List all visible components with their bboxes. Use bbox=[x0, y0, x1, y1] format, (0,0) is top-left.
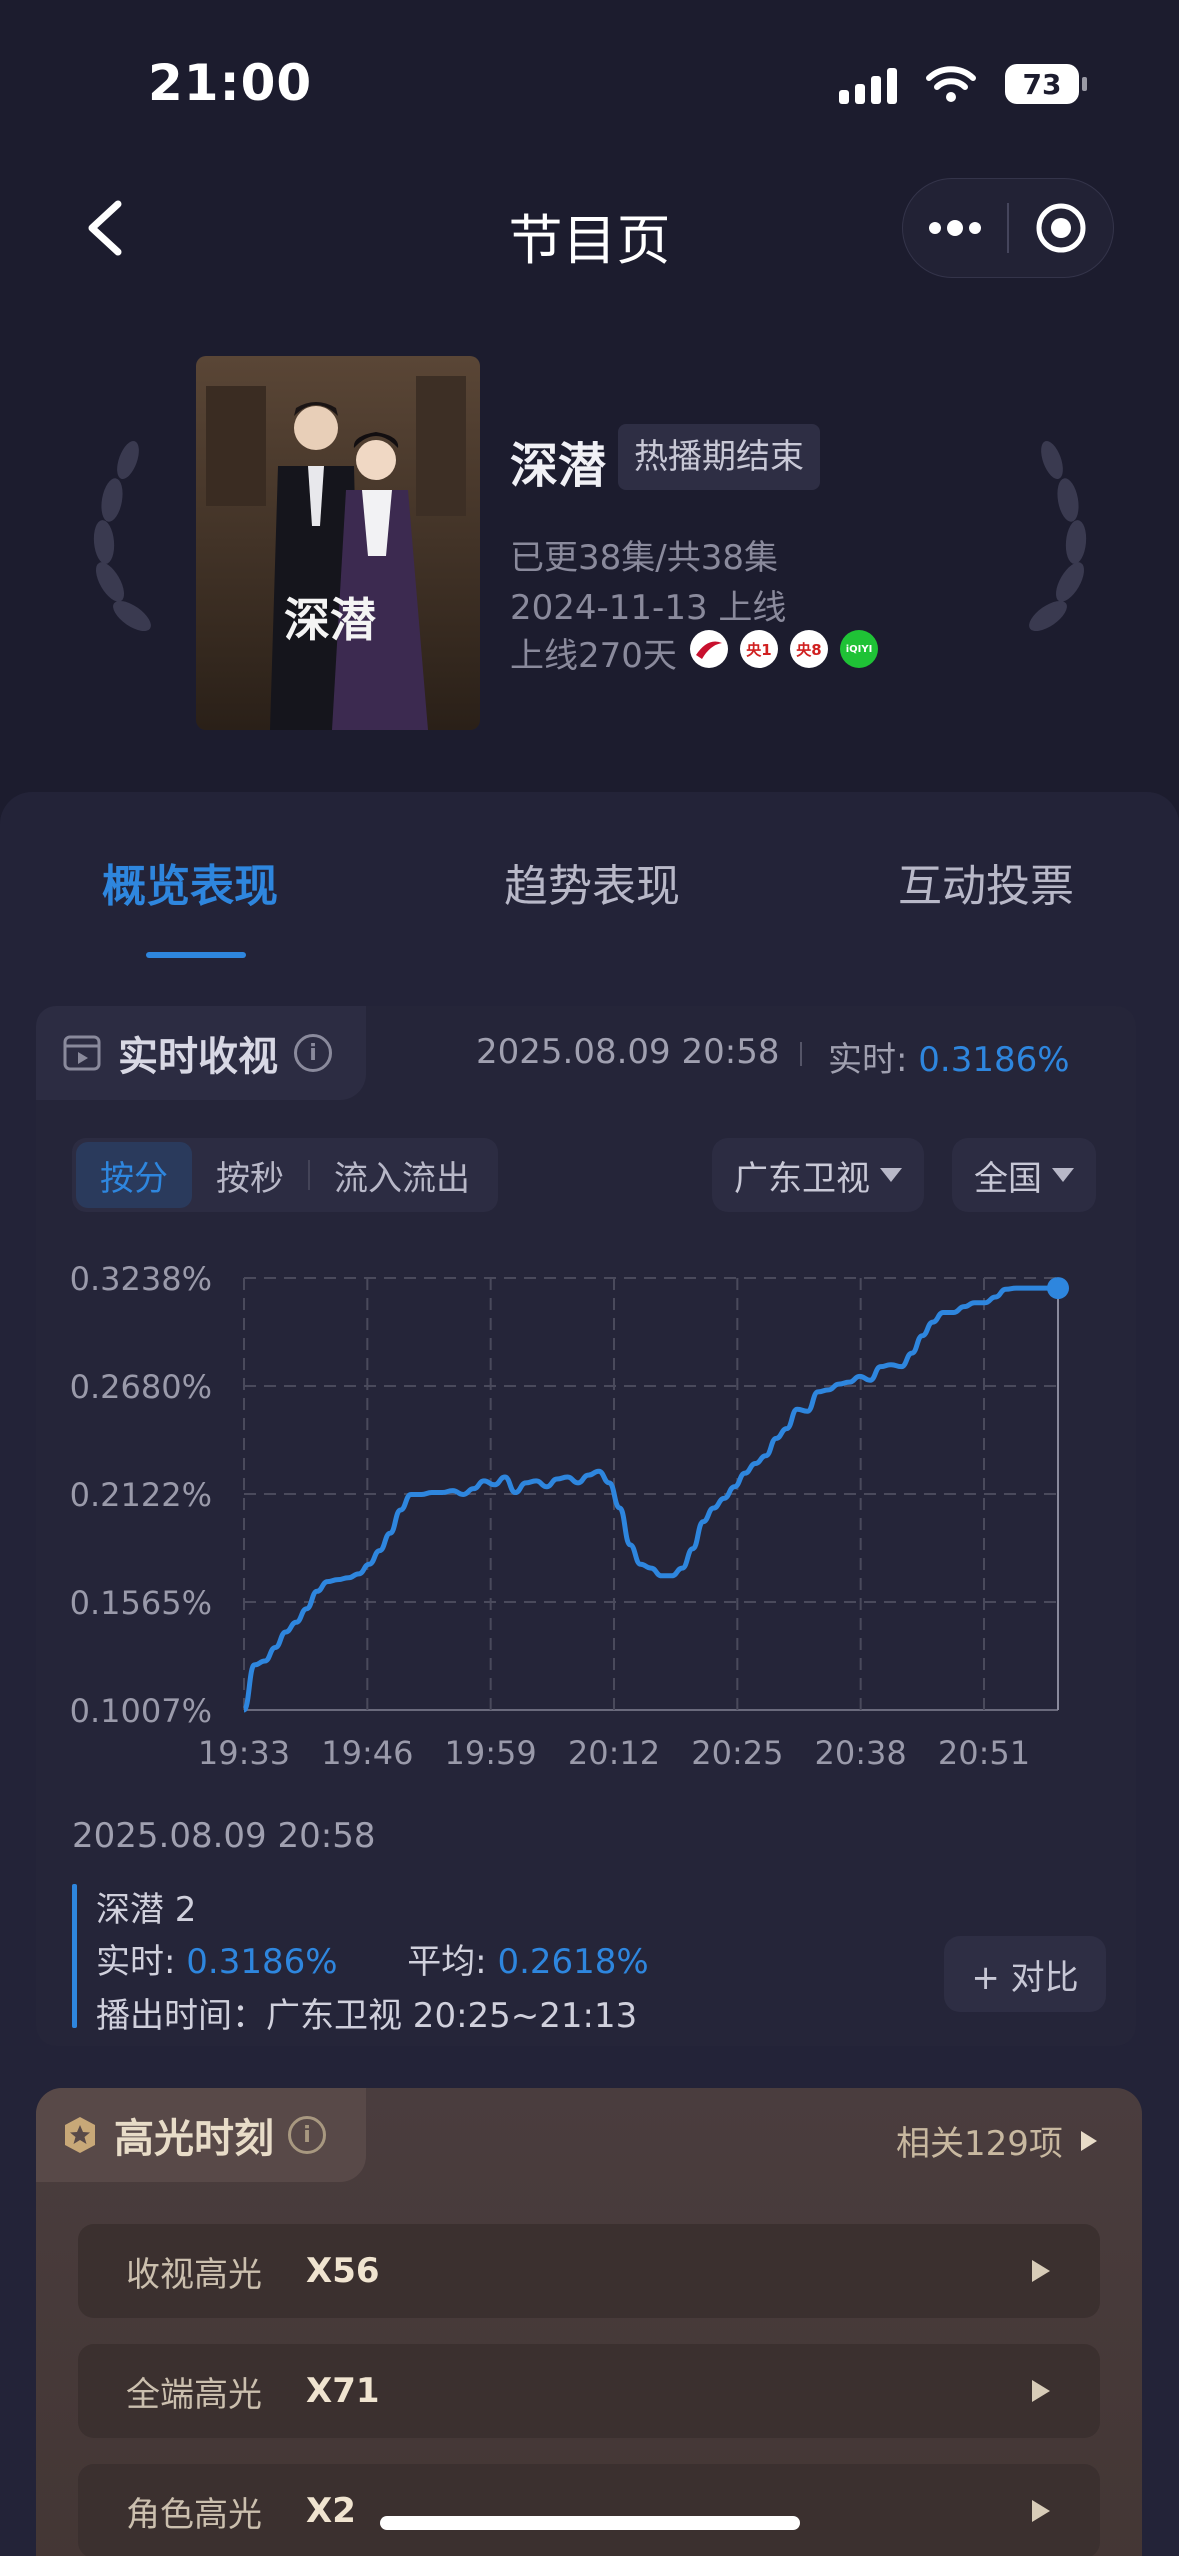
star-badge-icon bbox=[65, 2117, 95, 2153]
detail-avg-label: 平均: bbox=[407, 1942, 487, 1982]
detail-air-time: 播出时间：广东卫视 20:25~21:13 bbox=[96, 1996, 638, 2036]
tab-voting[interactable]: 互动投票 bbox=[898, 850, 1074, 914]
segment-by-minute[interactable]: 按分 bbox=[76, 1142, 192, 1208]
release-date: 2024-11-13 上线 bbox=[510, 588, 787, 628]
highlight-value: X71 bbox=[306, 2371, 380, 2411]
episode-count: 已更38集/共38集 bbox=[510, 538, 778, 578]
show-title: 深潜 bbox=[510, 438, 607, 494]
highlights-label: 高光时刻 bbox=[114, 2116, 274, 2162]
highlights-related-label: 相关129项 bbox=[896, 2124, 1063, 2164]
granularity-switch: 按分 按秒 流入流出 bbox=[72, 1138, 498, 1212]
status-badge: 热播期结束 bbox=[618, 424, 820, 490]
channel-dropdown[interactable]: 广东卫视 bbox=[712, 1138, 924, 1212]
more-button[interactable] bbox=[903, 179, 1007, 277]
y-tick-label: 0.1007% bbox=[70, 1692, 212, 1730]
highlight-name: 全端高光 bbox=[126, 2374, 262, 2415]
highlight-name: 角色高光 bbox=[126, 2494, 262, 2535]
segment-flow[interactable]: 流入流出 bbox=[310, 1142, 494, 1208]
x-tick-label: 20:25 bbox=[691, 1734, 783, 1772]
series-line bbox=[241, 1285, 1058, 1713]
highlight-name: 收视高光 bbox=[126, 2254, 262, 2295]
detail-date: 2025.08.09 20:58 bbox=[72, 1816, 376, 1856]
realtime-label: 实时收视 bbox=[118, 1034, 278, 1080]
channel-icons: 央1 央8 iQIYI bbox=[690, 630, 878, 668]
laurel-left-icon bbox=[93, 440, 151, 632]
target-icon bbox=[1036, 203, 1086, 253]
x-tick-label: 20:51 bbox=[938, 1734, 1030, 1772]
signal-icon bbox=[839, 64, 897, 104]
detail-accent-bar bbox=[72, 1884, 77, 2028]
highlight-value: X56 bbox=[306, 2251, 380, 2291]
info-icon[interactable]: i bbox=[288, 2116, 326, 2154]
play-arrow-icon bbox=[1032, 2260, 1050, 2282]
play-arrow-icon bbox=[1032, 2380, 1050, 2402]
region-dropdown-value: 全国 bbox=[974, 1158, 1042, 1199]
chevron-down-icon bbox=[1052, 1168, 1074, 1182]
realtime-current-label: 实时: bbox=[828, 1040, 908, 1080]
play-arrow-icon bbox=[1032, 2500, 1050, 2522]
detail-values: 实时: 0.3186% 平均: 0.2618% bbox=[96, 1934, 649, 1983]
highlights-related-link[interactable]: 相关129项 bbox=[896, 2116, 1099, 2165]
y-tick-label: 0.2680% bbox=[70, 1368, 212, 1406]
mini-program-capsule bbox=[902, 178, 1114, 278]
x-tick-label: 19:33 bbox=[198, 1734, 290, 1772]
chevron-down-icon bbox=[880, 1168, 902, 1182]
y-tick-label: 0.1565% bbox=[70, 1584, 212, 1622]
laurel-right-icon bbox=[1029, 440, 1087, 632]
detail-current-value: 0.3186% bbox=[186, 1942, 338, 1982]
cctv8-logo-icon: 央8 bbox=[790, 630, 828, 668]
cctv1-logo-icon: 央1 bbox=[740, 630, 778, 668]
video-icon bbox=[63, 1035, 101, 1071]
realtime-timestamp: 2025.08.09 20:58 bbox=[476, 1032, 780, 1072]
info-icon[interactable]: i bbox=[294, 1034, 332, 1072]
channel-dropdown-value: 广东卫视 bbox=[734, 1158, 870, 1199]
tab-trend[interactable]: 趋势表现 bbox=[504, 850, 680, 914]
divider bbox=[800, 1042, 802, 1066]
x-tick-label: 20:12 bbox=[568, 1734, 660, 1772]
highlight-row[interactable]: 角色高光 X2 bbox=[78, 2464, 1100, 2556]
status-icons: 73 bbox=[839, 64, 1087, 104]
highlight-row[interactable]: 收视高光 X56 bbox=[78, 2224, 1100, 2318]
more-icon bbox=[929, 220, 981, 236]
highlight-row[interactable]: 全端高光 X71 bbox=[78, 2344, 1100, 2438]
highlight-value: X2 bbox=[306, 2491, 356, 2531]
play-arrow-icon bbox=[1080, 2130, 1097, 2151]
region-dropdown[interactable]: 全国 bbox=[952, 1138, 1096, 1212]
poster-title: 深潜 bbox=[284, 593, 376, 647]
days-online: 上线270天 bbox=[510, 636, 677, 676]
realtime-current: 实时: 0.3186% bbox=[828, 1032, 1070, 1081]
x-tick-label: 19:59 bbox=[445, 1734, 537, 1772]
y-tick-label: 0.2122% bbox=[70, 1476, 212, 1514]
segment-by-second[interactable]: 按秒 bbox=[192, 1142, 308, 1208]
compare-button[interactable]: + 对比 bbox=[944, 1936, 1106, 2012]
detail-program: 深潜 2 bbox=[96, 1890, 197, 1930]
tab-indicator bbox=[146, 952, 246, 958]
iqiyi-logo-icon: iQIYI bbox=[840, 630, 878, 668]
home-indicator[interactable] bbox=[380, 2516, 800, 2530]
y-tick-label: 0.3238% bbox=[70, 1260, 212, 1298]
detail-avg-value: 0.2618% bbox=[497, 1942, 649, 1982]
wifi-icon bbox=[926, 66, 976, 102]
gdtv-logo-icon bbox=[690, 630, 728, 668]
realtime-current-value: 0.3186% bbox=[918, 1040, 1070, 1080]
highlights-header: 高光时刻 i bbox=[36, 2088, 366, 2182]
close-button[interactable] bbox=[1009, 179, 1113, 277]
x-tick-label: 20:38 bbox=[815, 1734, 907, 1772]
tab-overview[interactable]: 概览表现 bbox=[102, 850, 278, 914]
cursor-point bbox=[1047, 1277, 1069, 1300]
x-tick-label: 19:46 bbox=[321, 1734, 413, 1772]
battery-icon: 73 bbox=[1005, 64, 1087, 104]
status-time: 21:00 bbox=[148, 54, 313, 112]
ratings-chart[interactable]: 0.3238% 0.2680% 0.2122% 0.1565% 0.1007% 19:33… bbox=[0, 1240, 1179, 1800]
detail-current-label: 实时: bbox=[96, 1942, 176, 1982]
show-poster[interactable]: 深潜 bbox=[196, 356, 480, 730]
realtime-header: 实时收视 i bbox=[36, 1006, 366, 1100]
